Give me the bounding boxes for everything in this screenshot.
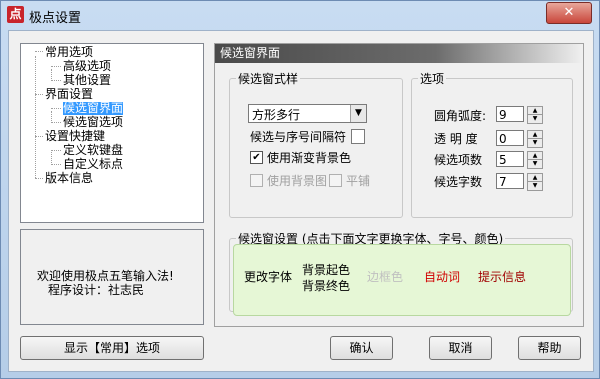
window-title: 极点设置 — [29, 11, 82, 26]
bg-end-color-link[interactable]: 背景终色 — [302, 277, 350, 294]
tree-item-version-info[interactable]: 版本信息 — [45, 172, 93, 185]
tree-connector — [35, 56, 36, 178]
transparency-value[interactable]: 0 — [496, 130, 524, 146]
transparency-label: 透 明 度 — [434, 132, 478, 146]
dialog-body: 常用选项 高级选项 其他设置 界面设置 候选窗界面 候选窗选项 设置快捷键 定义… — [8, 30, 594, 372]
cancel-button[interactable]: 取消 — [429, 336, 492, 360]
candidate-window-preview: 更改字体 背景起色 背景终色 边框色 自动词 提示信息 — [233, 244, 571, 316]
tile-checkbox[interactable] — [329, 174, 342, 187]
tree-connector — [35, 178, 43, 179]
bg-image-checkbox[interactable] — [250, 174, 263, 187]
auto-word-link[interactable]: 自动词 — [424, 268, 460, 285]
help-button[interactable]: 帮助 — [518, 336, 581, 360]
corner-radius-label: 圆角弧度: — [434, 109, 487, 123]
author-credit: 程序设计：社志民 — [48, 283, 145, 297]
tree-connector — [51, 164, 61, 165]
tree-connector — [35, 51, 43, 52]
candidate-count-label: 候选项数 — [434, 153, 483, 167]
tree-item-advanced-options[interactable]: 高级选项 — [63, 60, 111, 73]
separator-input[interactable] — [351, 129, 365, 144]
tree-item-shortcut-settings[interactable]: 设置快捷键 — [45, 130, 105, 143]
change-font-link[interactable]: 更改字体 — [244, 268, 292, 285]
show-common-options-button[interactable]: 显示【常用】选项 — [20, 336, 204, 360]
tree-connector — [51, 108, 61, 109]
title-bar[interactable]: 点 极点设置 ✕ — [1, 1, 599, 29]
chevron-down-icon[interactable]: ▼ — [350, 105, 366, 122]
spin-down-icon[interactable]: ▼ — [527, 181, 543, 191]
corner-radius-spinner[interactable]: 9 ▲ ▼ — [496, 106, 543, 124]
tree-item-interface-settings[interactable]: 界面设置 — [45, 88, 93, 101]
bg-start-color-link[interactable]: 背景起色 — [302, 261, 350, 278]
tree-connector — [51, 150, 61, 151]
word-count-value[interactable]: 7 — [496, 173, 524, 189]
gradient-bg-label: 使用渐变背景色 — [267, 151, 352, 165]
tree-item-soft-keyboard[interactable]: 定义软键盘 — [63, 144, 123, 157]
panel-title: 候选窗界面 — [215, 44, 583, 63]
app-logo-icon: 点 — [7, 6, 24, 23]
tree-item-other-settings[interactable]: 其他设置 — [63, 74, 111, 87]
settings-tree: 常用选项 高级选项 其他设置 界面设置 候选窗界面 候选窗选项 设置快捷键 定义… — [20, 43, 204, 223]
welcome-box: 欢迎使用极点五笔输入法! 程序设计：社志民 — [20, 229, 204, 325]
candidate-count-spinner[interactable]: 5 ▲ ▼ — [496, 151, 543, 169]
options-legend: 选项 — [420, 72, 445, 86]
hint-info-link[interactable]: 提示信息 — [478, 268, 526, 285]
ok-button[interactable]: 确认 — [330, 336, 393, 360]
window-style-combo[interactable]: 方形多行 ▼ — [248, 104, 367, 123]
tree-item-common-options[interactable]: 常用选项 — [45, 46, 93, 59]
tree-item-candidate-window-ui[interactable]: 候选窗界面 — [63, 102, 124, 115]
candidate-count-value[interactable]: 5 — [496, 151, 524, 167]
spin-down-icon[interactable]: ▼ — [527, 138, 543, 148]
tree-connector — [35, 94, 43, 95]
bg-image-label: 使用背景图 — [267, 174, 328, 188]
tree-connector — [35, 136, 43, 137]
candidate-window-ui-panel: 候选窗界面 候选窗式样 方形多行 ▼ 候选与序号间隔符 ✔ 使用渐变背景色 使用… — [214, 43, 584, 327]
border-color-link[interactable]: 边框色 — [367, 268, 403, 285]
separator-label: 候选与序号间隔符 — [250, 130, 347, 144]
tree-item-custom-punctuation[interactable]: 自定义标点 — [63, 158, 123, 171]
window-style-value: 方形多行 — [252, 108, 301, 122]
spin-down-icon[interactable]: ▼ — [527, 114, 543, 124]
tree-connector — [51, 122, 61, 123]
word-count-label: 候选字数 — [434, 175, 483, 189]
word-count-spinner[interactable]: 7 ▲ ▼ — [496, 173, 543, 191]
tree-connector — [51, 80, 61, 81]
tree-connector — [51, 66, 61, 67]
settings-window: 点 极点设置 ✕ 常用选项 高级选项 其他设置 界面设置 候选窗界面 候选窗选项 — [0, 0, 600, 379]
gradient-bg-checkbox[interactable]: ✔ — [250, 151, 263, 164]
transparency-spinner[interactable]: 0 ▲ ▼ — [496, 130, 543, 148]
tile-label: 平铺 — [346, 174, 371, 188]
close-button[interactable]: ✕ — [546, 2, 592, 24]
candidate-style-legend: 候选窗式样 — [238, 72, 299, 86]
spin-down-icon[interactable]: ▼ — [527, 159, 543, 169]
tree-item-candidate-window-options[interactable]: 候选窗选项 — [63, 116, 123, 129]
corner-radius-value[interactable]: 9 — [496, 106, 524, 122]
